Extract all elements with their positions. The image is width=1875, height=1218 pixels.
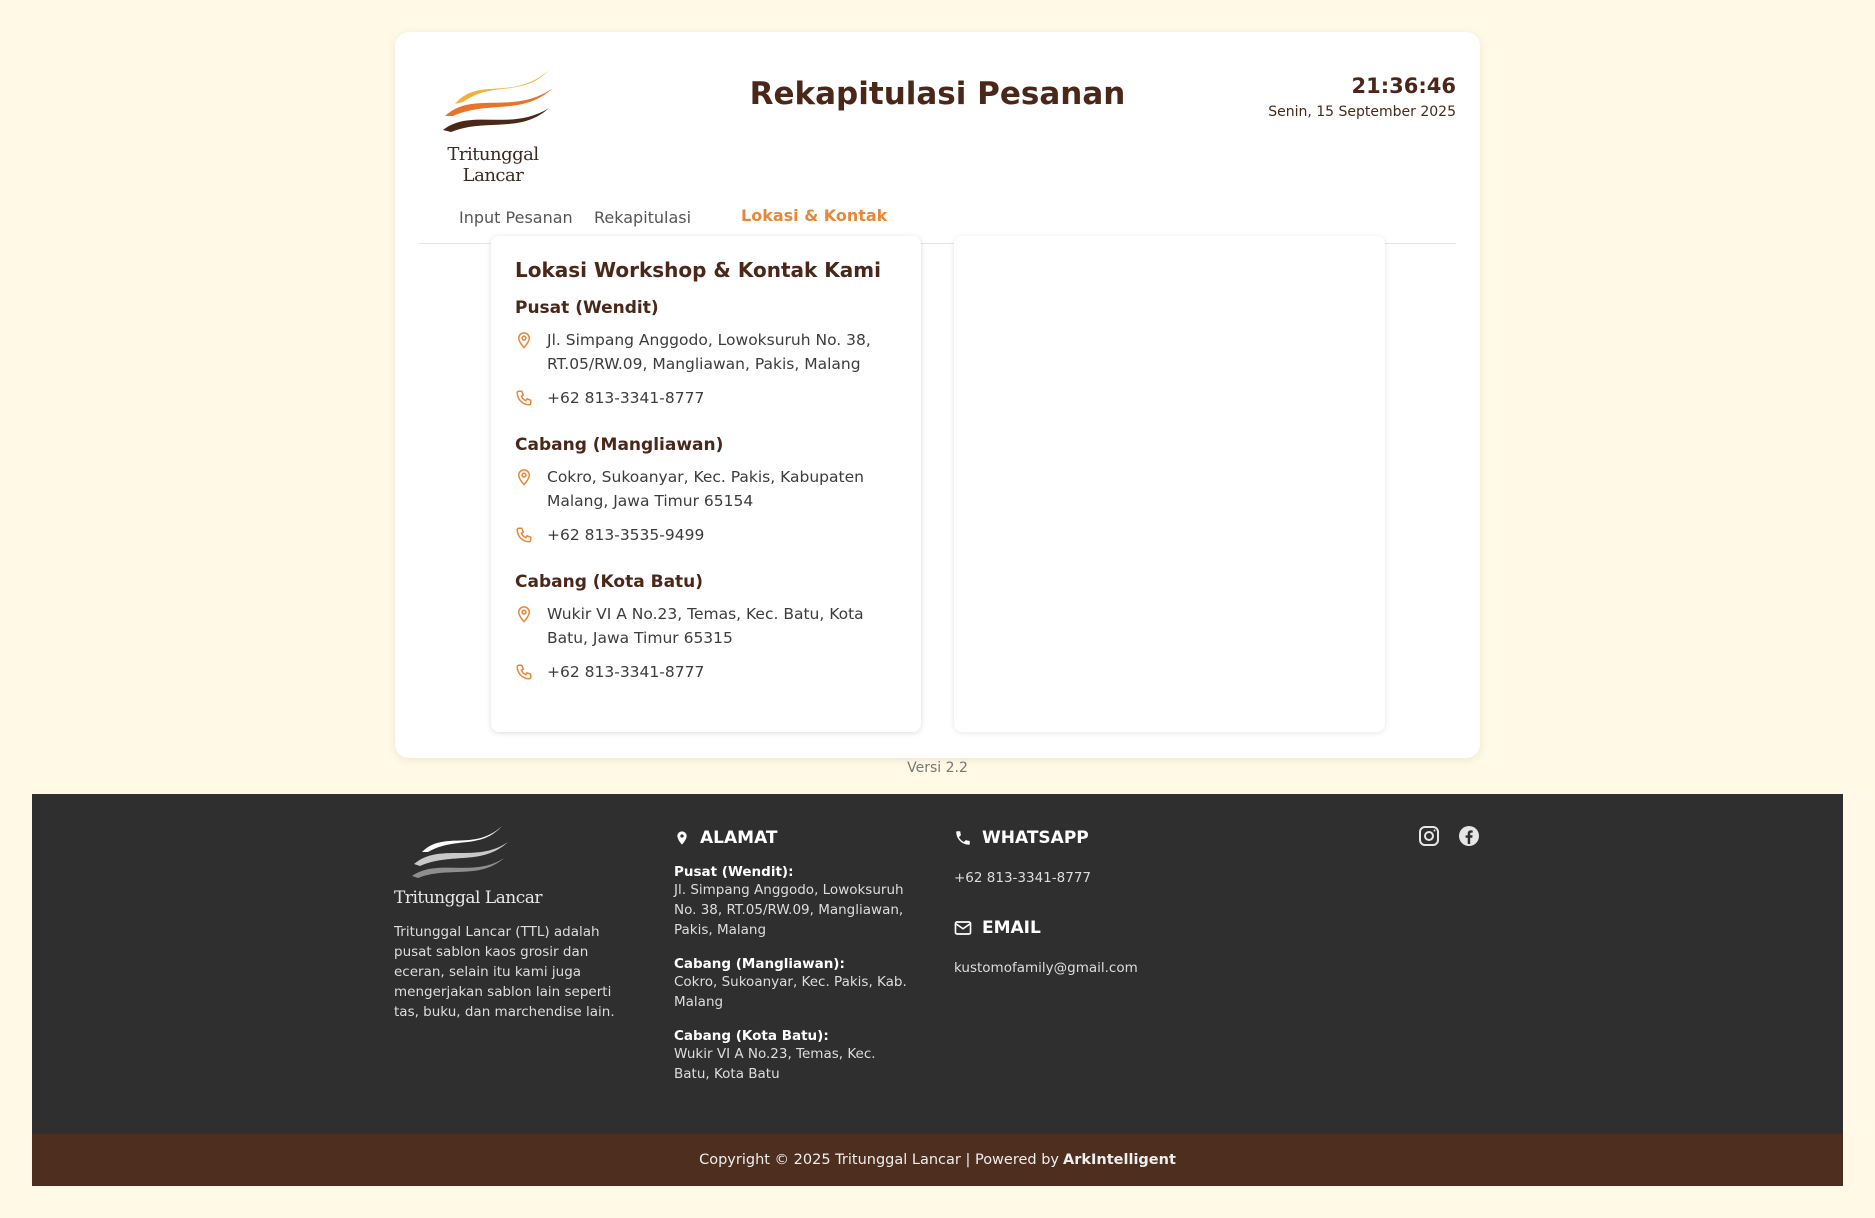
map-panel[interactable] bbox=[954, 236, 1385, 732]
branch-phone[interactable]: +62 813-3341-8777 bbox=[547, 386, 704, 410]
facebook-icon[interactable] bbox=[1457, 824, 1481, 848]
footer-brand: Tritunggal Lancar bbox=[394, 822, 543, 908]
branch-phone[interactable]: +62 813-3535-9499 bbox=[547, 523, 704, 547]
location-pin-icon bbox=[677, 831, 687, 845]
footer-address-text: Wukir VI A No.23, Temas, Kec. Batu, Kota… bbox=[674, 1046, 876, 1082]
whatsapp-number[interactable]: +62 813-3341-8777 bbox=[954, 868, 1214, 888]
version-label: Versi 2.2 bbox=[907, 760, 968, 776]
phone-icon bbox=[515, 386, 547, 411]
branch-address: Jl. Simpang Anggodo, Lowoksuruh No. 38, … bbox=[547, 331, 871, 373]
email-address[interactable]: kustomofamily@gmail.com bbox=[954, 958, 1214, 978]
branch-name: Cabang (Kota Batu) bbox=[515, 572, 704, 592]
footer-logo-waves-icon bbox=[412, 826, 508, 878]
tab-bar: Input Pesanan Rekapitulasi Lokasi & Kont… bbox=[419, 172, 1456, 244]
footer: Tritunggal Lancar Tritunggal Lancar (TTL… bbox=[32, 794, 1843, 1134]
branch-cabang-mangliawan: Cabang (Mangliawan) Cokro, Sukoanyar, Ke… bbox=[515, 435, 897, 548]
email-heading: EMAIL bbox=[954, 918, 1214, 938]
phone-icon bbox=[956, 831, 970, 845]
branch-address: Wukir VI A No.23, Temas, Kec. Batu, Kota… bbox=[547, 605, 864, 647]
branch-phone[interactable]: +62 813-3341-8777 bbox=[547, 660, 704, 684]
location-pin-icon bbox=[515, 465, 547, 490]
location-pin-icon bbox=[515, 328, 547, 353]
contact-info-panel: Lokasi Workshop & Kontak Kami Pusat (Wen… bbox=[491, 236, 921, 732]
branch-name: Cabang (Mangliawan) bbox=[515, 435, 724, 455]
footer-address-label: Pusat (Wendit): bbox=[674, 864, 794, 880]
footer-address-text: Jl. Simpang Anggodo, Lowoksuruh No. 38, … bbox=[674, 882, 904, 938]
social-links bbox=[1417, 824, 1481, 848]
main-card: Tritunggal Lancar Rekapitulasi Pesanan 2… bbox=[395, 32, 1480, 758]
branch-address: Cokro, Sukoanyar, Kec. Pakis, Kabupaten … bbox=[547, 468, 864, 510]
tab-lokasi-kontak[interactable]: Lokasi & Kontak bbox=[741, 206, 887, 225]
branch-cabang-kota-batu: Cabang (Kota Batu) Wukir VI A No.23, Tem… bbox=[515, 572, 897, 685]
address-heading: ALAMAT bbox=[674, 828, 914, 848]
branch-pusat-wendit: Pusat (Wendit) Jl. Simpang Anggodo, Lowo… bbox=[515, 298, 897, 411]
instagram-icon[interactable] bbox=[1417, 824, 1441, 848]
clock: 21:36:46 Senin, 15 September 2025 bbox=[1268, 74, 1456, 120]
footer-address-label: Cabang (Kota Batu): bbox=[674, 1028, 829, 1044]
tab-rekapitulasi[interactable]: Rekapitulasi bbox=[594, 208, 691, 227]
footer-about: Tritunggal Lancar (TTL) adalah pusat sab… bbox=[394, 924, 615, 1020]
phone-icon bbox=[515, 523, 547, 548]
clock-time: 21:36:46 bbox=[1351, 74, 1456, 98]
footer-contact-section: WHATSAPP +62 813-3341-8777 EMAIL kustomo… bbox=[954, 828, 1214, 978]
tab-input-pesanan[interactable]: Input Pesanan bbox=[459, 208, 573, 227]
contact-title: Lokasi Workshop & Kontak Kami bbox=[515, 258, 881, 282]
email-heading-label: EMAIL bbox=[982, 918, 1041, 938]
footer-address-label: Cabang (Mangliawan): bbox=[674, 956, 845, 972]
branch-name: Pusat (Wendit) bbox=[515, 298, 659, 318]
copyright-text: Copyright © 2025 Tritunggal Lancar | Pow… bbox=[699, 1152, 1060, 1168]
footer-brand-name: Tritunggal Lancar bbox=[394, 888, 543, 908]
mail-icon bbox=[954, 921, 972, 935]
powered-by-link[interactable]: ArkIntelligent bbox=[1063, 1152, 1176, 1168]
clock-date: Senin, 15 September 2025 bbox=[1268, 104, 1456, 120]
location-pin-icon bbox=[515, 602, 547, 627]
address-heading-label: ALAMAT bbox=[700, 828, 778, 848]
footer-address-section: ALAMAT Pusat (Wendit): Jl. Simpang Anggo… bbox=[674, 828, 914, 1084]
phone-icon bbox=[515, 660, 547, 685]
copyright-bar: Copyright © 2025 Tritunggal Lancar | Pow… bbox=[32, 1134, 1843, 1186]
whatsapp-heading-label: WHATSAPP bbox=[982, 828, 1089, 848]
whatsapp-heading: WHATSAPP bbox=[954, 828, 1214, 848]
footer-address-text: Cokro, Sukoanyar, Kec. Pakis, Kab. Malan… bbox=[674, 974, 907, 1010]
